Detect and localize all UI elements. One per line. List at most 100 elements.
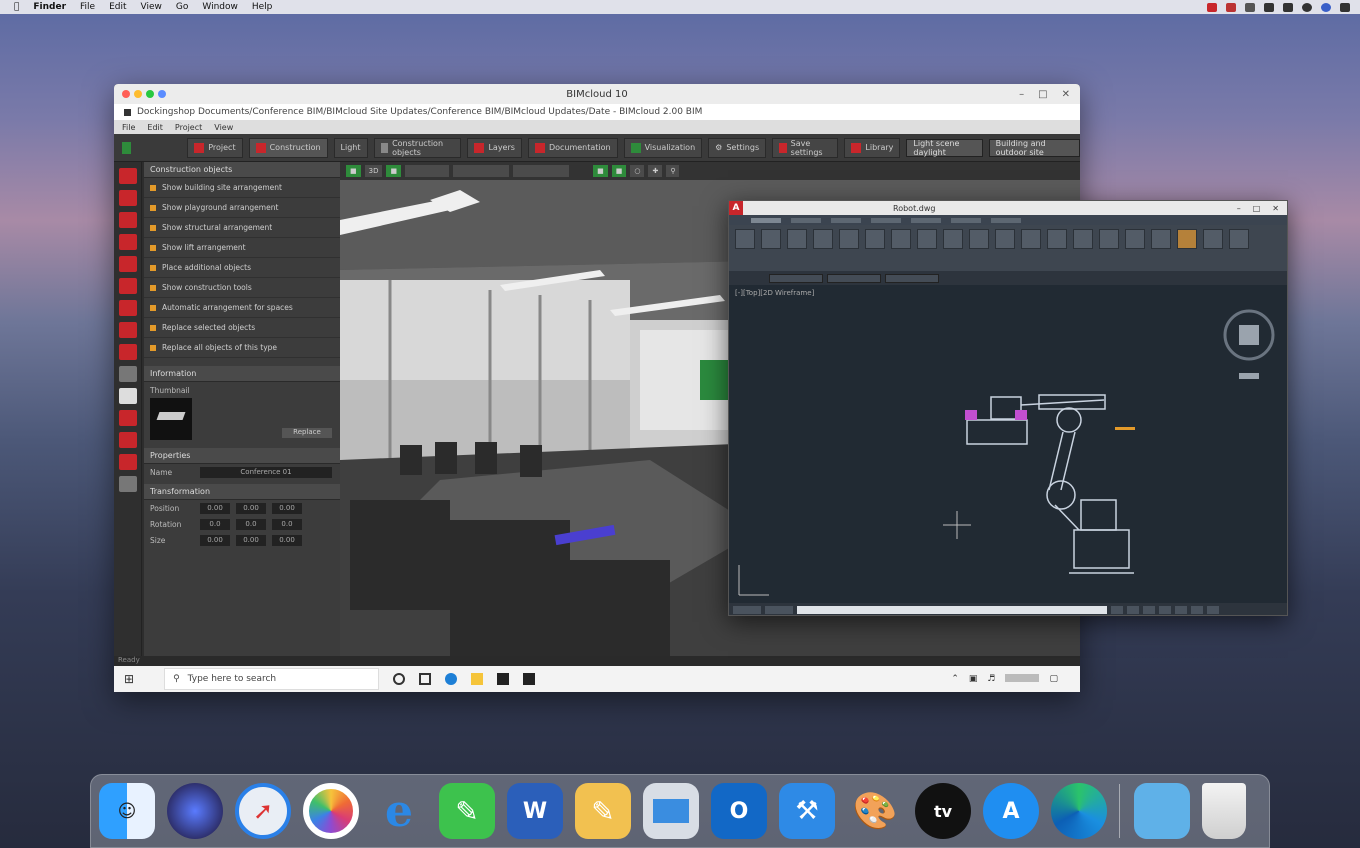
panel-item[interactable]: Replace selected objects — [144, 318, 340, 338]
flag-icon[interactable] — [1226, 2, 1236, 12]
panel-item[interactable]: Show building site arrangement — [144, 178, 340, 198]
rot-x-field[interactable]: 0.0 — [200, 518, 230, 530]
menu-view[interactable]: View — [141, 2, 162, 12]
tool-roof-icon[interactable] — [118, 278, 137, 294]
minimize-button[interactable] — [134, 90, 142, 98]
edge-taskbar-icon[interactable] — [445, 673, 458, 685]
ribbon-layers[interactable]: Layers — [467, 137, 522, 158]
win-minimize-icon[interactable]: – — [1019, 89, 1024, 100]
cad-groups-icon[interactable] — [1125, 229, 1145, 249]
tray-clock[interactable] — [1005, 674, 1040, 682]
cad-restore-icon[interactable]: □ — [1253, 204, 1261, 213]
view-orbit-icon[interactable]: ○ — [630, 165, 645, 177]
notification-icon[interactable]: ▢ — [1049, 674, 1058, 684]
tray-volume-icon[interactable]: ♬ — [987, 674, 995, 684]
name-field[interactable]: Conference 01 — [200, 466, 332, 478]
panel-item[interactable]: Show construction tools — [144, 278, 340, 298]
cad-block-icon[interactable] — [1073, 229, 1093, 249]
wifi-icon[interactable] — [1245, 2, 1255, 12]
pos-x-field[interactable]: 0.00 — [200, 502, 230, 514]
view-green-2[interactable]: ■ — [611, 165, 627, 177]
panel-item[interactable]: Automatic arrangement for spaces — [144, 298, 340, 318]
photos-icon[interactable] — [303, 783, 359, 839]
menu-window[interactable]: Window — [202, 2, 238, 12]
trash-icon[interactable] — [1202, 783, 1246, 839]
tool-light-icon[interactable] — [118, 410, 137, 426]
cad-copy-icon[interactable] — [917, 229, 937, 249]
menu-help[interactable]: Help — [252, 2, 273, 12]
pos-y-field[interactable]: 0.00 — [236, 502, 266, 514]
ribbon-construction-objects[interactable]: Construction objects — [373, 137, 462, 158]
tool-wall-icon[interactable] — [118, 190, 137, 206]
app-menu-project[interactable]: Project — [175, 123, 202, 132]
cad-tab-home[interactable] — [751, 217, 781, 223]
size-x-field[interactable]: 0.00 — [200, 534, 230, 546]
cad-tab-view[interactable] — [911, 217, 941, 223]
tool-column-icon[interactable] — [118, 322, 137, 338]
cad-fillet-icon[interactable] — [969, 229, 989, 249]
home-icon[interactable] — [122, 141, 132, 154]
search-icon[interactable] — [1302, 2, 1312, 12]
panel-item[interactable]: Place additional objects — [144, 258, 340, 278]
cad-trim-icon[interactable] — [891, 229, 911, 249]
cad-model-tab[interactable] — [733, 606, 761, 614]
battery-icon[interactable] — [1264, 2, 1274, 12]
menu-finder[interactable]: Finder — [33, 2, 66, 12]
app-menu-edit[interactable]: Edit — [147, 123, 163, 132]
edge-icon[interactable] — [1051, 783, 1107, 839]
view-pan-icon[interactable]: ✚ — [648, 165, 663, 177]
tool-slab-icon[interactable] — [118, 300, 137, 316]
cad-file-tab-start[interactable] — [769, 273, 823, 283]
pages-icon[interactable]: ✎ — [575, 783, 631, 839]
ribbon-settings[interactable]: ⚙ Settings — [708, 137, 767, 158]
menu-file[interactable]: File — [80, 2, 95, 12]
tool-camera-icon[interactable] — [118, 476, 137, 492]
cad-tab-output[interactable] — [991, 217, 1021, 223]
replace-button[interactable]: Replace — [282, 428, 332, 438]
taskbar-search[interactable]: ⚲ Type here to search — [164, 668, 380, 690]
panel-item[interactable]: Show structural arrangement — [144, 218, 340, 238]
tool-select-icon[interactable] — [118, 168, 137, 184]
cad-close-icon[interactable]: ✕ — [1272, 204, 1279, 213]
cad-base-icon[interactable] — [1229, 229, 1249, 249]
view-option-2[interactable] — [453, 165, 510, 177]
cad-text-icon[interactable] — [995, 229, 1015, 249]
cad-properties-icon[interactable] — [1099, 229, 1119, 249]
app-menu-view[interactable]: View — [214, 123, 233, 132]
cad-clipboard-icon[interactable] — [1177, 229, 1197, 249]
cad-tab-annotate[interactable] — [831, 217, 861, 223]
parallels-icon[interactable] — [1207, 2, 1217, 12]
outlook-icon[interactable]: O — [711, 783, 767, 839]
cad-move-icon[interactable] — [839, 229, 859, 249]
tool-door-icon[interactable] — [118, 212, 137, 228]
size-z-field[interactable]: 0.00 — [272, 534, 302, 546]
panel-item[interactable]: Show lift arrangement — [144, 238, 340, 258]
ribbon-light[interactable]: Light — [333, 137, 368, 158]
view-render-button[interactable]: ■ — [386, 165, 402, 177]
siri-icon[interactable] — [167, 783, 223, 839]
apple-icon[interactable]:  — [14, 2, 19, 12]
win-close-icon[interactable]: ✕ — [1062, 89, 1070, 100]
win-restore-icon[interactable]: □ — [1038, 89, 1047, 100]
view-mode-button[interactable]: ■ — [346, 165, 361, 177]
cad-minimize-icon[interactable]: – — [1237, 204, 1241, 213]
cad-arc-icon[interactable] — [813, 229, 833, 249]
ribbon-save-settings[interactable]: Save settings — [772, 137, 839, 158]
task-view-icon[interactable] — [419, 673, 432, 685]
pencil-app-icon[interactable]: ✎ — [439, 783, 495, 839]
cad-mirror-icon[interactable] — [943, 229, 963, 249]
building-site-select[interactable]: Building and outdoor site — [988, 138, 1080, 157]
cad-polyline-icon[interactable] — [761, 229, 781, 249]
cad-ortho-toggle[interactable] — [1143, 606, 1155, 614]
light-scene-select[interactable]: Light scene daylight — [906, 138, 983, 157]
explorer-taskbar-icon[interactable] — [471, 673, 484, 685]
control-center-icon[interactable] — [1340, 2, 1350, 12]
cad-tab-parametric[interactable] — [871, 217, 901, 223]
finder-icon[interactable]: ☺ — [99, 783, 155, 839]
folder-icon[interactable] — [1134, 783, 1190, 839]
ribbon-project[interactable]: Project — [187, 137, 243, 158]
cad-file-tab-new[interactable] — [885, 273, 939, 283]
cad-osnap-toggle[interactable] — [1175, 606, 1187, 614]
cad-layer-icon[interactable] — [1047, 229, 1067, 249]
tool-text-icon[interactable] — [118, 454, 137, 470]
